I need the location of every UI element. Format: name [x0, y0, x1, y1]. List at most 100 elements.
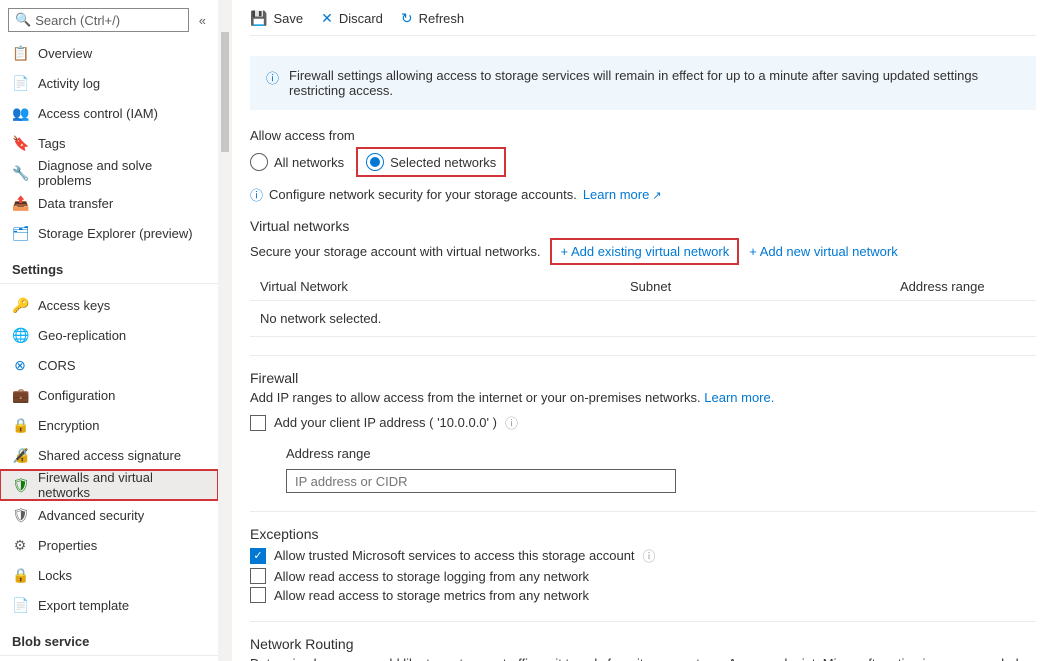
sidebar-item-cors[interactable]: ⊗ CORS	[0, 350, 218, 380]
access-icon: 👥	[12, 105, 28, 122]
sidebar-item-label: Advanced security	[38, 508, 144, 523]
vnets-subtitle: Secure your storage account with virtual…	[250, 244, 540, 259]
sidebar-item-label: Configuration	[38, 388, 115, 403]
sidebar-item-label: Activity log	[38, 76, 100, 91]
save-button[interactable]: 💾 Save	[250, 10, 303, 27]
exception-metrics-checkbox[interactable]	[250, 587, 266, 603]
sidebar-item-encryption[interactable]: 🔒 Encryption	[0, 410, 218, 440]
allow-access-title: Allow access from	[250, 128, 1036, 143]
firewalls-icon: 🛡	[12, 477, 28, 494]
exception-trusted-label: Allow trusted Microsoft services to acce…	[274, 548, 635, 563]
collapse-sidebar-button[interactable]: «	[195, 13, 210, 28]
firewall-note: Add IP ranges to allow access from the i…	[250, 390, 701, 405]
firewall-title: Firewall	[250, 370, 1036, 386]
refresh-button[interactable]: ↻ Refresh	[401, 10, 464, 27]
exception-metrics-label: Allow read access to storage metrics fro…	[274, 588, 589, 603]
search-placeholder: Search (Ctrl+/)	[35, 13, 120, 28]
sidebar: 🔍 Search (Ctrl+/) « 📋 Overview 📄 Activity l…	[0, 0, 218, 661]
sidebar-item-export-template[interactable]: 📄 Export template	[0, 590, 218, 620]
add-existing-vnet-button[interactable]: + Add existing virtual network	[550, 238, 739, 265]
sidebar-item-label: Properties	[38, 538, 97, 553]
sidebar-item-label: Firewalls and virtual networks	[38, 470, 206, 500]
sidebar-item-label: Tags	[38, 136, 65, 151]
sidebar-item-properties[interactable]: ⚙ Properties	[0, 530, 218, 560]
sidebar-item-configuration[interactable]: 💼 Configuration	[0, 380, 218, 410]
refresh-icon: ↻	[401, 10, 413, 27]
address-range-label: Address range	[286, 446, 1036, 461]
export-icon: 📄	[12, 597, 28, 614]
exceptions-title: Exceptions	[250, 526, 1036, 542]
firewall-learn-more-link[interactable]: Learn more.	[704, 390, 774, 405]
search-icon: 🔍	[15, 12, 31, 28]
sidebar-item-label: Encryption	[38, 418, 99, 433]
col-address-range: Address range	[900, 279, 1026, 294]
shared-icon: 🔏	[12, 447, 28, 464]
sidebar-item-advanced-security[interactable]: 🛡 Advanced security	[0, 500, 218, 530]
tags-icon: 🔖	[12, 135, 28, 152]
sidebar-item-tags[interactable]: 🔖 Tags	[0, 128, 218, 158]
vnet-table-header: Virtual Network Subnet Address range	[250, 273, 1036, 300]
nav-section-blob: Blob service	[0, 620, 218, 656]
sidebar-item-access-keys[interactable]: 🔑Access keys	[0, 290, 218, 320]
info-banner-text: Firewall settings allowing access to sto…	[289, 68, 1020, 98]
radio-selected-networks[interactable]: Selected networks	[356, 147, 506, 177]
add-new-vnet-button[interactable]: + Add new virtual network	[749, 244, 898, 259]
sidebar-item-label: Access control (IAM)	[38, 106, 158, 121]
radio-all-networks[interactable]: All networks	[250, 153, 344, 171]
overview-icon: 📋	[12, 45, 28, 62]
info-icon[interactable]: ⓘ	[505, 413, 518, 432]
discard-button[interactable]: ✕ Discard	[321, 10, 383, 27]
data-icon: 📤	[12, 195, 28, 212]
cors-icon: ⊗	[12, 357, 28, 374]
sidebar-item-activity-log[interactable]: 📄 Activity log	[0, 68, 218, 98]
main-content: 💾 Save ✕ Discard ↻ Refresh ⓘ Firewall se…	[232, 0, 1054, 661]
sidebar-item-access-control-iam-[interactable]: 👥 Access control (IAM)	[0, 98, 218, 128]
add-client-ip-checkbox[interactable]	[250, 415, 266, 431]
sidebar-item-data-transfer[interactable]: 📤Data transfer	[0, 188, 218, 218]
routing-desc: Determine how you would like to route yo…	[250, 656, 1036, 661]
learn-more-link[interactable]: Learn more	[583, 187, 662, 202]
discard-icon: ✕	[321, 10, 333, 27]
exception-logging-checkbox[interactable]	[250, 568, 266, 584]
properties-icon: ⚙	[12, 537, 28, 554]
access-icon: 🔑	[12, 297, 28, 314]
sidebar-item-label: Shared access signature	[38, 448, 181, 463]
col-subnet: Subnet	[630, 279, 900, 294]
sidebar-item-shared-access-signature[interactable]: 🔏 Shared access signature	[0, 440, 218, 470]
sidebar-item-diagnose-and-solve-problems[interactable]: 🔧 Diagnose and solve problems	[0, 158, 218, 188]
sidebar-item-label: Locks	[38, 568, 72, 583]
add-client-ip-label: Add your client IP address ( '10.0.0.0' …	[274, 415, 497, 430]
info-icon[interactable]: ⓘ	[643, 546, 656, 565]
advanced-icon: 🛡	[12, 507, 28, 524]
encryption-icon: 🔒	[12, 417, 28, 434]
sidebar-item-storage-explorer-preview-[interactable]: 🗂Storage Explorer (preview)	[0, 218, 218, 248]
search-input[interactable]: 🔍 Search (Ctrl+/)	[8, 8, 189, 32]
address-range-input[interactable]	[286, 469, 676, 493]
info-icon: ⓘ	[250, 185, 263, 204]
info-banner: ⓘ Firewall settings allowing access to s…	[250, 56, 1036, 110]
sidebar-item-geo-replication[interactable]: 🌐Geo-replication	[0, 320, 218, 350]
vnet-table-empty: No network selected.	[250, 300, 1036, 337]
nav-section-settings: Settings	[0, 248, 218, 284]
col-virtual-network: Virtual Network	[260, 279, 630, 294]
sidebar-item-label: Export template	[38, 598, 129, 613]
activity-icon: 📄	[12, 75, 28, 92]
sidebar-item-locks[interactable]: 🔒Locks	[0, 560, 218, 590]
sidebar-scrollbar[interactable]	[218, 0, 232, 661]
storage-icon: 🗂	[12, 225, 28, 242]
diagnose-icon: 🔧	[12, 165, 28, 182]
sidebar-item-overview[interactable]: 📋 Overview	[0, 38, 218, 68]
save-icon: 💾	[250, 10, 267, 27]
routing-title: Network Routing	[250, 636, 1036, 652]
exception-trusted-checkbox[interactable]: ✓	[250, 548, 266, 564]
sidebar-item-label: Geo-replication	[38, 328, 126, 343]
exception-logging-label: Allow read access to storage logging fro…	[274, 569, 589, 584]
info-icon: ⓘ	[266, 68, 279, 87]
toolbar: 💾 Save ✕ Discard ↻ Refresh	[250, 8, 1036, 36]
sidebar-item-label: CORS	[38, 358, 76, 373]
configuration-icon: 💼	[12, 387, 28, 404]
access-note: Configure network security for your stor…	[269, 187, 577, 202]
sidebar-item-label: Overview	[38, 46, 92, 61]
sidebar-item-firewalls-and-virtual-networks[interactable]: 🛡 Firewalls and virtual networks	[0, 470, 218, 500]
sidebar-item-label: Diagnose and solve problems	[38, 158, 206, 188]
